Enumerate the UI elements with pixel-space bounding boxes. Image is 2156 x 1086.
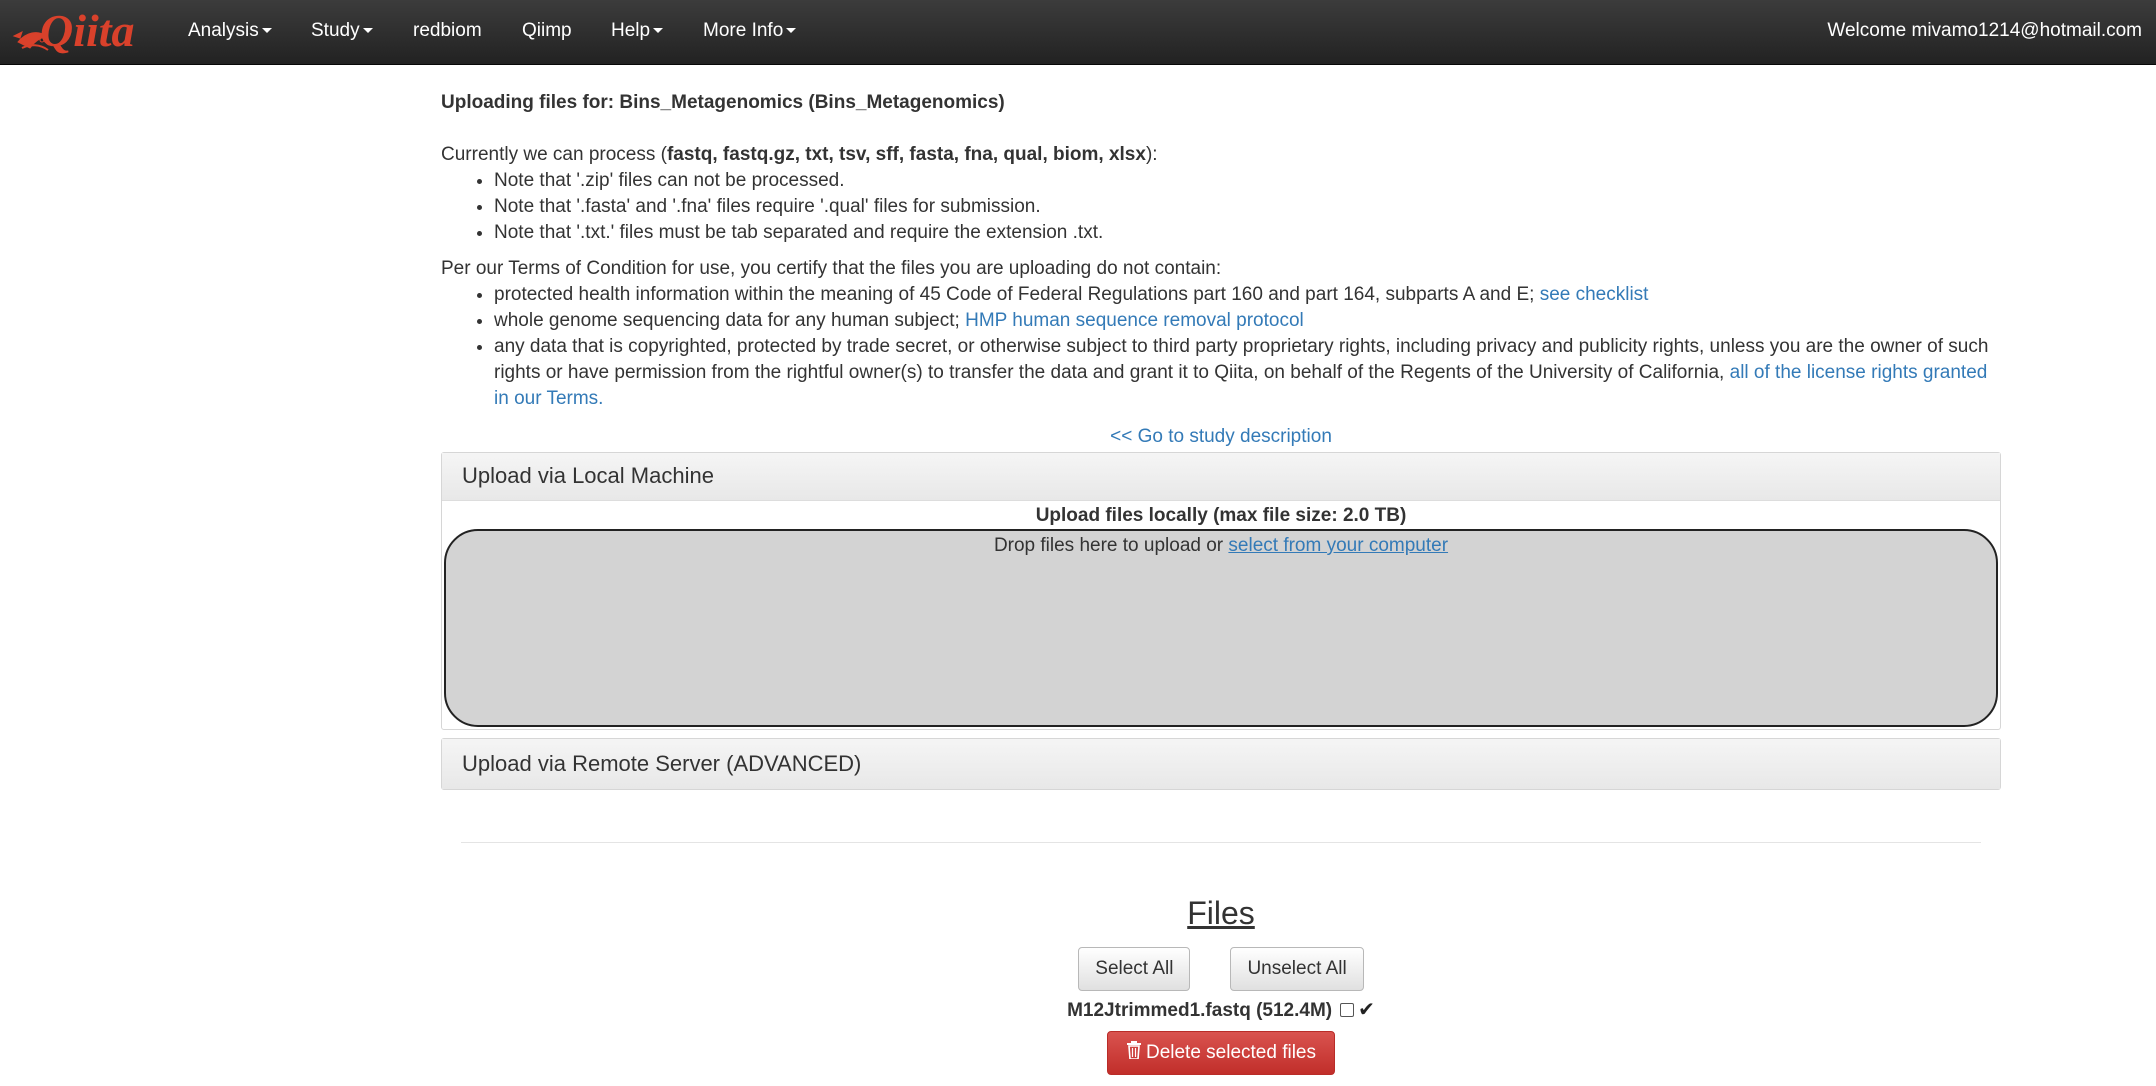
goto-study-row: << Go to study description [441,424,2001,450]
divider [461,842,1981,843]
chevron-down-icon [786,28,797,34]
dropzone-text: Drop files here to upload or [993,535,1229,556]
nav-more-info-label: More Info [703,20,784,41]
delete-selected-button[interactable]: Delete selected files [1106,1031,1336,1075]
main-content: Uploading files for: Bins_Metagenomics (… [441,90,2001,1075]
list-item: protected health information within the … [494,282,2001,308]
process-formats: fastq, fastq.gz, txt, tsv, sff, fasta, f… [666,144,1146,165]
list-item: any data that is copyrighted, protected … [494,334,2001,412]
remote-upload-panel: Upload via Remote Server (ADVANCED) [441,738,2001,790]
local-upload-panel: Upload via Local Machine Upload files lo… [441,452,2001,730]
nav-analysis[interactable]: Analysis [188,0,272,64]
list-item: Note that '.txt.' files must be tab sepa… [494,220,2001,246]
nav-redbiom-label: redbiom [413,20,482,41]
nav-redbiom[interactable]: redbiom [413,0,482,64]
delete-selected-label: Delete selected files [1145,1042,1317,1063]
goto-study-link[interactable]: << Go to study description [1110,426,1332,447]
trash-icon [1126,1041,1141,1060]
nav-qiimp-label: Qiimp [522,20,572,41]
process-prefix: Currently we can process ( [441,144,667,165]
top-navbar: Qiita Analysis Study redbiom Qiimp Help … [0,0,2156,65]
select-files-link[interactable]: select from your computer [1228,535,1448,556]
see-checklist-link[interactable]: see checklist [1540,284,1649,305]
max-file-size-note: Upload files locally (max file size: 2.0… [1035,505,1407,526]
unselect-all-button[interactable]: Unselect All [1230,947,1364,991]
file-list-item: M12Jtrimmed1.fastq (512.4M) ✔ [441,997,2001,1023]
terms-text: protected health information within the … [494,284,1540,305]
list-item: whole genome sequencing data for any hum… [494,308,2001,334]
nav-study-label: Study [311,20,360,41]
delete-row: Delete selected files [441,1031,2001,1075]
brand-text: Qiita [40,5,135,56]
files-title: Files [1187,895,1255,931]
selection-buttons: Select All Unselect All [441,947,2001,991]
nav-analysis-label: Analysis [188,20,259,41]
page-title: Uploading files for: Bins_Metagenomics (… [441,92,1005,113]
file-checkbox[interactable] [1340,1003,1355,1017]
chevron-down-icon [261,28,272,34]
hmp-protocol-link[interactable]: HMP human sequence removal protocol [965,310,1304,331]
nav-qiimp[interactable]: Qiimp [522,0,572,64]
remote-upload-heading[interactable]: Upload via Remote Server (ADVANCED) [442,739,2000,789]
file-name: M12Jtrimmed1.fastq (512.4M) [1067,1000,1333,1021]
list-item: Note that '.fasta' and '.fna' files requ… [494,194,2001,220]
list-item: Note that '.zip' files can not be proces… [494,168,2001,194]
format-notes-list: Note that '.zip' files can not be proces… [441,168,2001,246]
checkmark-icon: ✔ [1358,999,1375,1021]
nav-study[interactable]: Study [311,0,373,64]
terms-list: protected health information within the … [441,282,2001,412]
nav-more-info[interactable]: More Info [703,0,797,64]
nav-help-label: Help [611,20,651,41]
welcome-user[interactable]: Welcome mivamo1214@hotmail.com [1827,0,2142,64]
terms-text: whole genome sequencing data for any hum… [494,310,966,331]
local-upload-body: Upload files locally (max file size: 2.0… [442,501,2000,729]
process-formats-text: Currently we can process (fastq, fastq.g… [441,142,2001,168]
file-dropzone[interactable]: Drop files here to upload or select from… [444,529,1998,727]
chevron-down-icon [653,28,664,34]
process-suffix: ): [1145,144,1158,165]
qiita-logo[interactable]: Qiita [12,2,157,62]
chevron-down-icon [362,28,373,34]
terms-intro: Per our Terms of Condition for use, you … [441,258,1222,279]
local-upload-heading[interactable]: Upload via Local Machine [442,453,2000,501]
nav-help[interactable]: Help [611,0,664,64]
select-all-button[interactable]: Select All [1078,947,1191,991]
